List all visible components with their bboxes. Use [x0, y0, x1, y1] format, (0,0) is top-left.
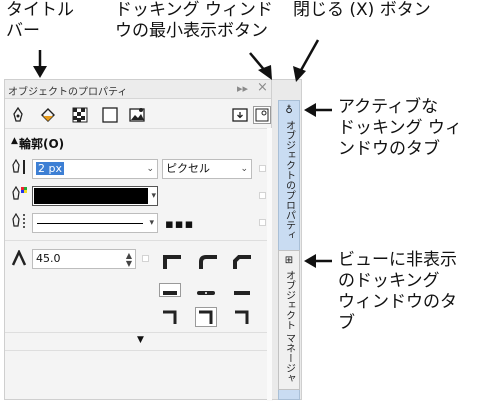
- outline-color-swatch: [34, 188, 148, 204]
- expand-section-caret[interactable]: ▼: [137, 335, 144, 345]
- docker-title-bar[interactable]: オブジェクトのプロパティ ▸▸ ×: [5, 80, 271, 99]
- outline-width-value: 2 px: [36, 162, 64, 175]
- close-docker-button[interactable]: ×: [257, 81, 268, 95]
- docker-title: オブジェクトのプロパティ: [8, 87, 128, 98]
- toolbar-divider: [5, 128, 267, 129]
- panel-options-icon[interactable]: [231, 106, 249, 124]
- line-style-select[interactable]: ▾: [32, 213, 158, 233]
- callout-title-bar: タイトル バー: [6, 0, 74, 41]
- chevron-down-icon[interactable]: ⌄: [146, 160, 154, 178]
- line-style-sample: [37, 223, 143, 224]
- cap-square-icon[interactable]: [231, 283, 253, 297]
- style-checkbox[interactable]: [259, 219, 266, 226]
- callout-close-button: 閉じる (X) ボタン: [293, 0, 431, 20]
- object-properties-docker: オブジェクトのプロパティ ▸▸ × ▲ 輪郭(O) 2 px ⌄ ピクセル ⌄ …: [4, 79, 273, 401]
- row-divider: [5, 240, 267, 241]
- units-value: ピクセル: [166, 162, 210, 175]
- fill-icon[interactable]: [39, 106, 57, 124]
- corner-round-icon[interactable]: [199, 254, 217, 269]
- arrow-close-button: [293, 39, 320, 82]
- units-select[interactable]: ピクセル ⌄: [162, 159, 252, 179]
- line-style-icon: [11, 212, 27, 233]
- outline-pen-icon[interactable]: [9, 106, 27, 124]
- tab-object-manager-label: オブジェクト マネージャ: [283, 270, 295, 384]
- image-icon[interactable]: [129, 106, 147, 124]
- miter-limit-icon: [11, 249, 29, 270]
- join-center-icon[interactable]: [195, 307, 217, 327]
- lock-checkbox[interactable]: [259, 165, 266, 172]
- object-manager-tab-icon: ⊞: [284, 255, 294, 266]
- chevron-down-icon[interactable]: ▾: [151, 187, 156, 205]
- callout-hidden-tab: ビューに非表示 のドッキング ウィンドウのタ ブ: [338, 250, 457, 333]
- transparency-icon[interactable]: [101, 106, 119, 124]
- chevron-down-icon[interactable]: ⌄: [240, 160, 248, 178]
- arrow-title-bar: [33, 50, 47, 78]
- outline-width-field[interactable]: 2 px ⌄: [32, 159, 158, 179]
- outline-color-picker[interactable]: ▾: [32, 186, 158, 206]
- arrow-active-tab: [304, 103, 332, 117]
- miter-limit-value: 45.0: [36, 252, 61, 265]
- arrow-minimize-button: [249, 52, 272, 80]
- stepper-icon[interactable]: ▲ ▼: [126, 252, 132, 268]
- join-outside-icon[interactable]: [159, 307, 181, 327]
- cap-butt-icon[interactable]: [159, 283, 181, 297]
- miter-limit-field[interactable]: 45.0 ▲ ▼: [32, 249, 136, 269]
- cap-round-icon[interactable]: [195, 283, 217, 297]
- arrow-hidden-tab: [304, 254, 332, 268]
- callout-minimize-button: ドッキング ウィンド ウの最小表示ボタン: [115, 0, 273, 41]
- miter-checkbox[interactable]: [142, 255, 149, 262]
- section-end-divider: [5, 350, 267, 351]
- section-collapse-caret[interactable]: ▲: [11, 136, 18, 146]
- outline-width-icon: [11, 158, 27, 179]
- tab-object-manager[interactable]: ⊞ オブジェクト マネージャ: [278, 250, 300, 390]
- chevron-down-icon[interactable]: ▾: [149, 214, 154, 232]
- color-checkbox[interactable]: [259, 192, 266, 199]
- join-inside-icon[interactable]: [231, 307, 253, 327]
- corner-miter-icon[interactable]: [163, 254, 181, 269]
- pattern-fill-icon[interactable]: [71, 106, 89, 124]
- tab-object-properties-label: オブジェクトのプロパティ: [283, 120, 295, 240]
- minimize-docker-button[interactable]: ▸▸: [237, 82, 248, 96]
- object-properties-tab-icon: ♁: [285, 105, 293, 116]
- docker-toolbar: [5, 100, 271, 128]
- callout-active-tab: アクティブな ドッキング ウィ ンドウのタブ: [338, 97, 462, 159]
- corner-bevel-icon[interactable]: [233, 254, 251, 269]
- outline-section-title: 輪郭(O): [19, 137, 65, 151]
- docker-icon[interactable]: [253, 106, 271, 124]
- more-line-styles-button[interactable]: ▪▪▪: [165, 217, 194, 232]
- bottom-divider: [5, 332, 267, 333]
- outline-color-icon: [11, 185, 27, 206]
